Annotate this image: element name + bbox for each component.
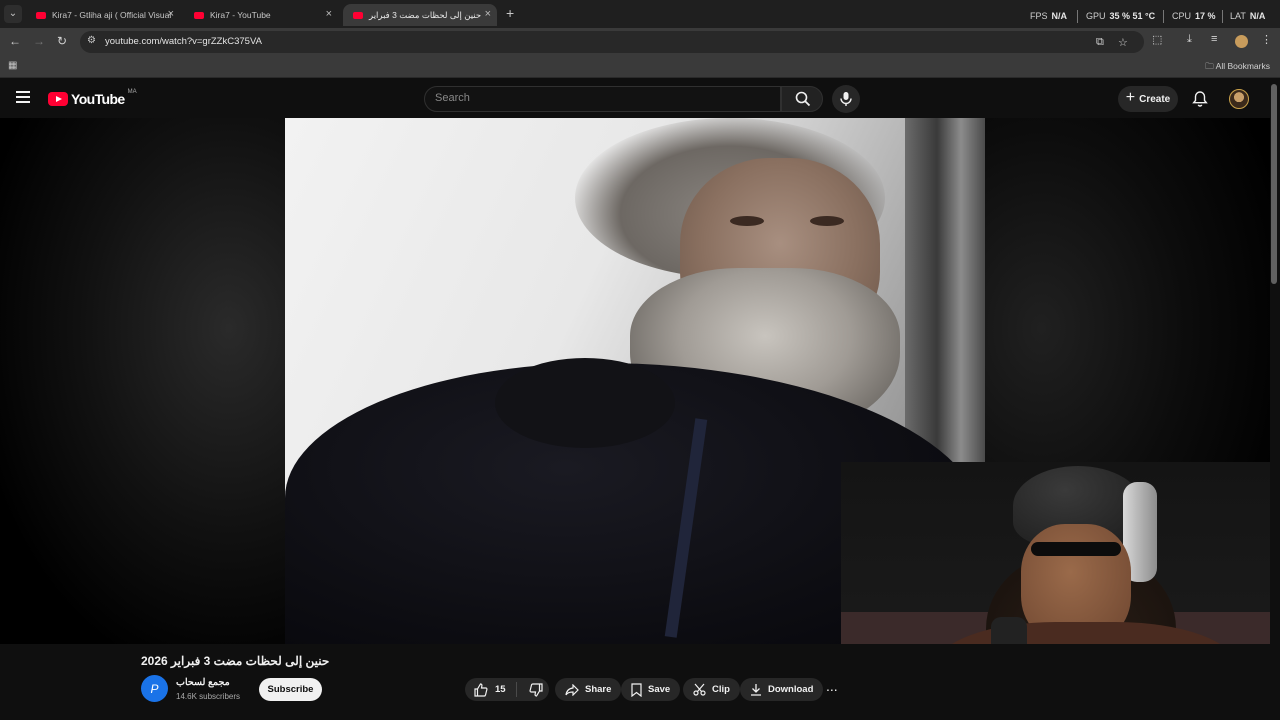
clip-label: Clip [712, 684, 730, 695]
scissors-icon [693, 683, 706, 696]
save-label: Save [648, 684, 671, 695]
channel-name[interactable]: مجمع لسحاب [176, 677, 230, 688]
download-icon [751, 684, 761, 696]
forward-icon[interactable]: → [33, 34, 45, 48]
apps-grid-icon[interactable]: ▦ [8, 60, 17, 71]
like-button[interactable]: 15 [465, 682, 510, 697]
create-button[interactable]: + Create [1118, 86, 1178, 112]
bookmarks-bar: ▦ 🗀 All Bookmarks [0, 56, 1280, 78]
lat-readout: LAT N/A [1230, 11, 1266, 21]
account-avatar[interactable] [1229, 89, 1249, 109]
download-button[interactable]: Download [740, 678, 824, 701]
subscriber-count: 14.6K subscribers [176, 692, 241, 701]
bookmark-star-icon[interactable]: ☆ [1118, 36, 1128, 49]
hamburger-menu-icon[interactable] [16, 91, 30, 103]
browser-toolbar: ← → ↻ ⚙ youtube.com/watch?v=grZZkC375VA … [0, 28, 1280, 56]
thumbs-up-icon [474, 682, 488, 697]
tab-close-icon[interactable]: × [485, 8, 491, 20]
hud-divider [1163, 10, 1164, 23]
channel-avatar[interactable]: P [141, 675, 168, 702]
dislike-button[interactable] [523, 682, 549, 697]
ambient-glow-left [0, 118, 286, 644]
youtube-play-logo-icon [48, 92, 68, 106]
divider [516, 682, 517, 697]
create-label: Create [1139, 93, 1171, 105]
video-subject-shoulder [495, 358, 675, 448]
share-label: Share [585, 684, 612, 695]
plus-icon: + [1125, 89, 1136, 106]
more-actions-button[interactable]: ... [826, 678, 842, 701]
bookmark-icon [631, 682, 642, 697]
folder-icon: 🗀 [1205, 61, 1216, 71]
thumbs-down-icon [529, 682, 543, 697]
like-count: 15 [495, 684, 506, 695]
hud-divider [1222, 10, 1223, 23]
new-tab-icon[interactable]: + [506, 5, 514, 21]
search-icon [795, 91, 811, 107]
youtube-favicon-icon [194, 11, 204, 19]
search-input[interactable] [435, 92, 765, 104]
logo-wordmark: YouTube [71, 91, 125, 107]
subscribe-button[interactable]: Subscribe [259, 678, 322, 701]
youtube-favicon-icon [353, 11, 363, 19]
youtube-logo[interactable]: YouTube MA [48, 89, 137, 107]
tab-close-icon[interactable]: × [168, 8, 174, 20]
tab-title: Kira7 - Gtliha aji ( Official Visual [52, 10, 172, 20]
tab-close-icon[interactable]: × [326, 8, 332, 20]
install-app-icon[interactable]: ⧉ [1096, 36, 1104, 49]
share-icon [565, 683, 579, 696]
like-dislike-group: 15 [465, 678, 549, 701]
page-scrollbar[interactable] [1271, 84, 1277, 284]
all-bookmarks-button[interactable]: 🗀 All Bookmarks [1205, 61, 1270, 75]
browser-tab-strip: ⌄ Kira7 - Gtliha aji ( Official Visual ×… [0, 0, 1280, 28]
reading-list-icon[interactable]: ≡ [1211, 33, 1217, 45]
clip-button[interactable]: Clip [683, 678, 740, 701]
address-bar[interactable]: ⚙ youtube.com/watch?v=grZZkC375VA ⧉ ☆ [80, 31, 1144, 53]
webcam-streamer-sunglasses [1031, 542, 1121, 556]
back-icon[interactable]: ← [9, 34, 21, 48]
youtube-masthead: YouTube MA + Create [0, 80, 1280, 118]
chrome-menu-icon[interactable]: ⋮ [1261, 33, 1272, 46]
site-info-icon[interactable]: ⚙ [87, 35, 96, 46]
share-button[interactable]: Share [555, 678, 622, 701]
gpu-readout: GPU 35 % 51 °C [1086, 11, 1156, 21]
video-info-section: حنين إلى لحظات مضت 3 فبراير 2026 P مجمع … [0, 644, 1270, 720]
bell-icon [1192, 91, 1208, 107]
url-text: youtube.com/watch?v=grZZkC375VA [105, 36, 262, 47]
reload-icon[interactable]: ↻ [57, 34, 67, 48]
video-subject-eye [730, 216, 764, 226]
search-button[interactable] [781, 86, 823, 112]
cpu-readout: CPU 17 % [1172, 11, 1216, 21]
tab-title: حنين إلى لحظات مضت 3 فبراير [369, 9, 482, 20]
youtube-favicon-icon [36, 11, 46, 19]
browser-tab[interactable]: Kira7 - YouTube × [184, 4, 338, 26]
download-label: Download [768, 684, 814, 695]
video-title: حنين إلى لحظات مضت 3 فبراير 2026 [141, 654, 330, 668]
fps-readout: FPS N/A [1030, 11, 1068, 21]
tab-title: Kira7 - YouTube [210, 10, 271, 20]
browser-tab-active[interactable]: حنين إلى لحظات مضت 3 فبراير × [343, 4, 497, 26]
browser-tab[interactable]: Kira7 - Gtliha aji ( Official Visual × [26, 4, 180, 26]
save-button[interactable]: Save [621, 678, 681, 701]
country-code: MA [127, 89, 137, 95]
hud-divider [1077, 10, 1078, 23]
tab-search-button[interactable]: ⌄ [4, 5, 22, 23]
downloads-icon[interactable]: ⤓ [1187, 33, 1192, 46]
notifications-button[interactable] [1192, 90, 1208, 113]
voice-search-button[interactable] [832, 85, 860, 113]
profile-avatar-icon[interactable] [1235, 35, 1248, 48]
search-box [424, 86, 781, 112]
extensions-icon[interactable]: ⬚ [1152, 33, 1162, 46]
microphone-icon [840, 92, 852, 106]
video-subject-eye [810, 216, 844, 226]
